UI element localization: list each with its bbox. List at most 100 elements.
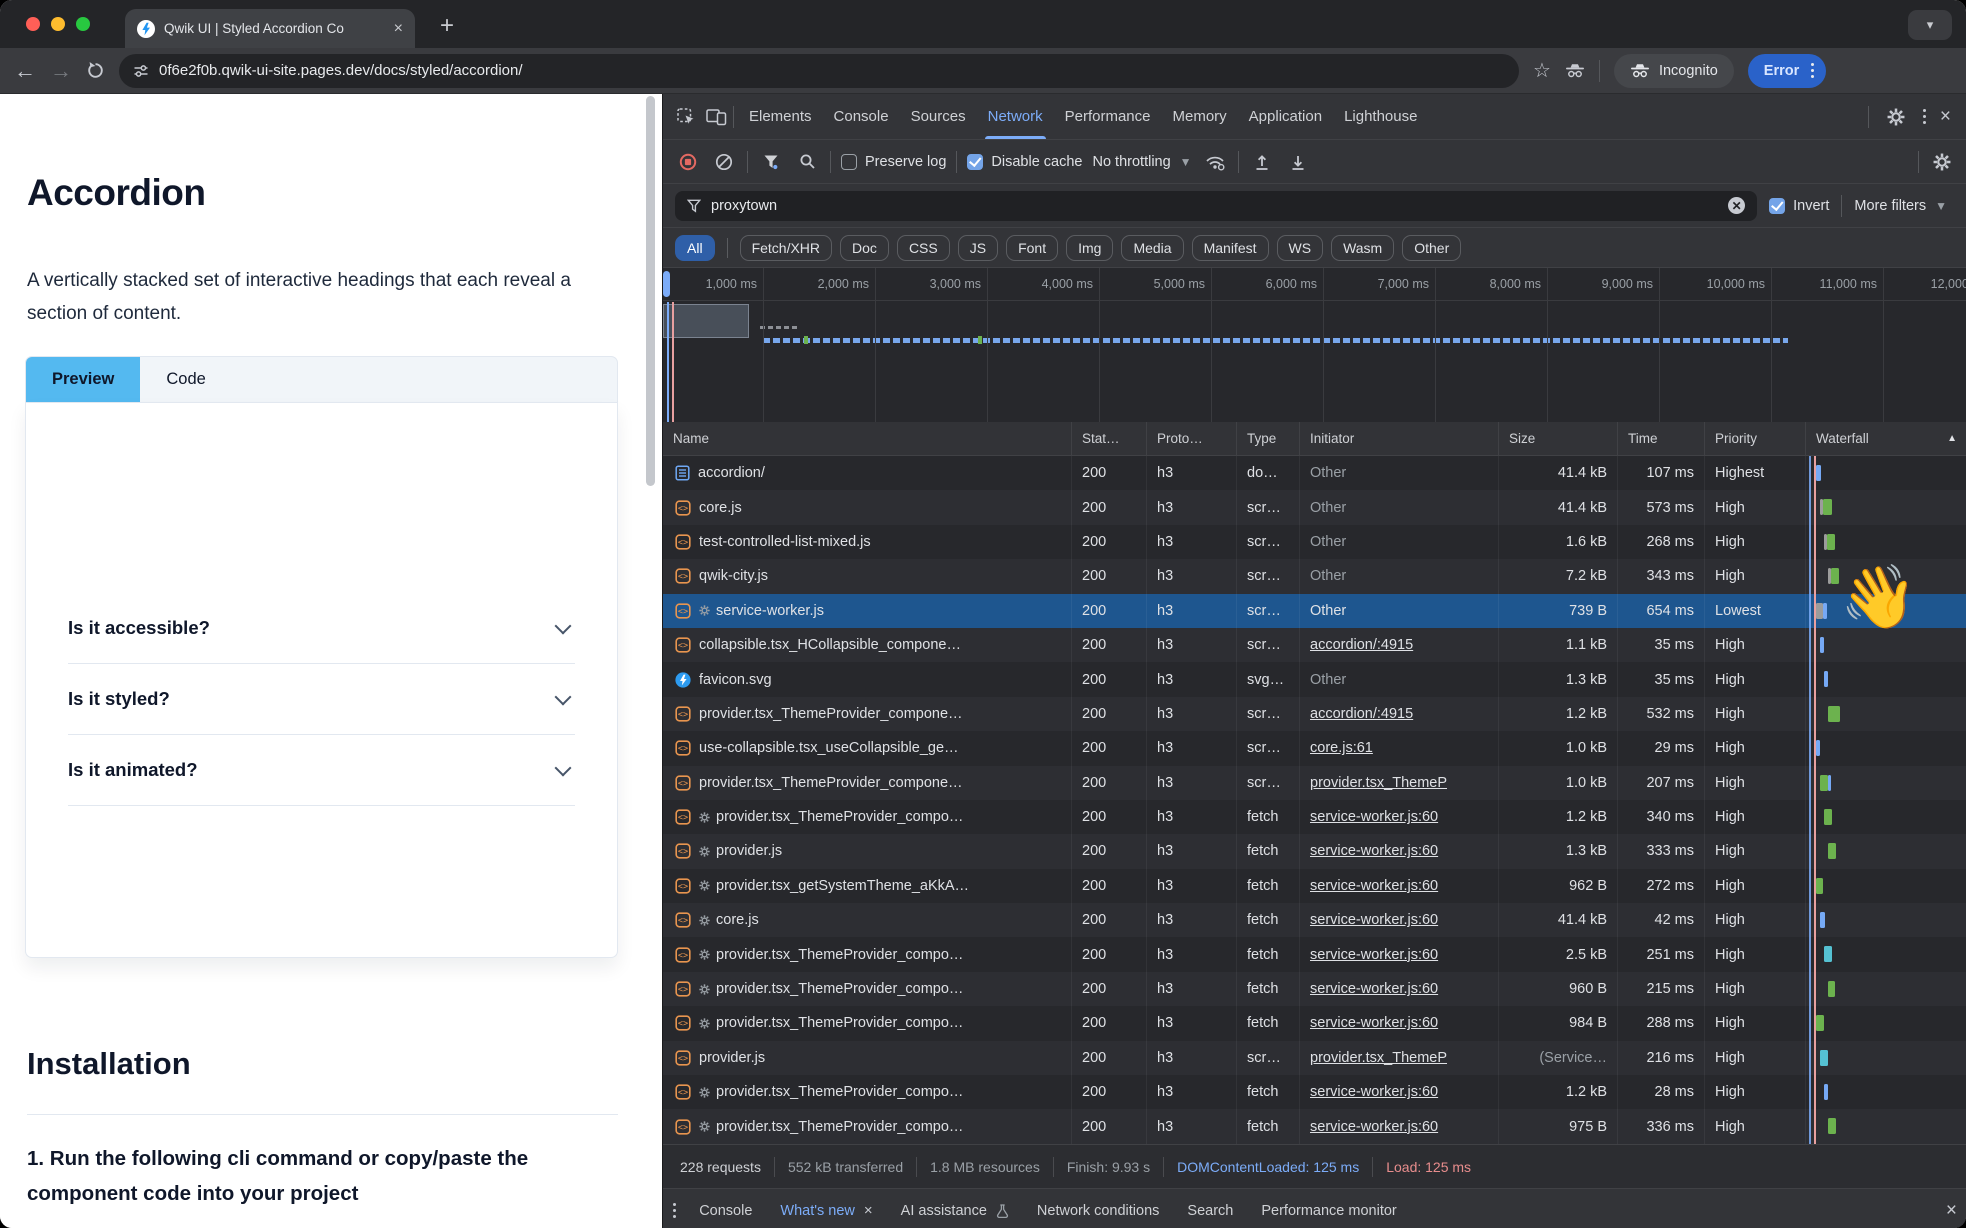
drawer-tab-close-icon[interactable]: × bbox=[864, 1202, 873, 1219]
disable-cache-checkbox[interactable]: Disable cache bbox=[967, 154, 1082, 170]
filter-chip-css[interactable]: CSS bbox=[897, 235, 950, 261]
drawer-tab-network-conditions[interactable]: Network conditions bbox=[1024, 1189, 1173, 1228]
devtools-tab-application[interactable]: Application bbox=[1238, 94, 1333, 139]
initiator-link[interactable]: service-worker.js:60 bbox=[1310, 912, 1438, 928]
chrome-menu-icon[interactable] bbox=[1811, 63, 1814, 78]
initiator-link[interactable]: service-worker.js:60 bbox=[1310, 1119, 1438, 1135]
devtools-tab-performance[interactable]: Performance bbox=[1054, 94, 1162, 139]
table-row[interactable]: <>provider.tsx_ThemeProvider_compo…200h3… bbox=[663, 972, 1966, 1006]
drawer-tab-performance-monitor[interactable]: Performance monitor bbox=[1248, 1189, 1409, 1228]
table-row[interactable]: <>provider.tsx_ThemeProvider_compone…200… bbox=[663, 697, 1966, 731]
column-header-time[interactable]: Time bbox=[1618, 422, 1705, 455]
filter-chip-all[interactable]: All bbox=[675, 235, 715, 261]
devtools-tab-lighthouse[interactable]: Lighthouse bbox=[1333, 94, 1428, 139]
device-toolbar-icon[interactable] bbox=[703, 104, 729, 130]
checkbox-checked-icon[interactable] bbox=[1769, 198, 1785, 214]
column-header-type[interactable]: Type bbox=[1237, 422, 1300, 455]
initiator-link[interactable]: accordion/:4915 bbox=[1310, 637, 1413, 653]
column-header-initiator[interactable]: Initiator bbox=[1300, 422, 1499, 455]
column-header-stat-[interactable]: Stat… bbox=[1072, 422, 1147, 455]
table-row[interactable]: <>qwik-city.js200h3scr…Other7.2 kB343 ms… bbox=[663, 559, 1966, 593]
drawer-tab-console[interactable]: Console bbox=[686, 1189, 765, 1228]
new-tab-button[interactable]: + bbox=[440, 12, 454, 40]
address-bar[interactable]: 0f6e2f0b.qwik-ui-site.pages.dev/docs/sty… bbox=[119, 54, 1519, 88]
drawer-tab-what-s-new[interactable]: What's new× bbox=[767, 1189, 885, 1228]
back-icon[interactable]: ← bbox=[14, 60, 36, 82]
table-row[interactable]: <>collapsible.tsx_HCollapsible_compone…2… bbox=[663, 628, 1966, 662]
tab-close-icon[interactable]: × bbox=[394, 21, 403, 37]
error-menu-button[interactable]: Error bbox=[1748, 54, 1827, 88]
filter-chip-font[interactable]: Font bbox=[1006, 235, 1058, 261]
initiator-link[interactable]: provider.tsx_ThemeP bbox=[1310, 775, 1447, 791]
forward-icon[interactable]: → bbox=[50, 60, 72, 82]
initiator-link[interactable]: service-worker.js:60 bbox=[1310, 981, 1438, 997]
table-row[interactable]: <>core.js200h3scr…Other41.4 kB573 msHigh bbox=[663, 490, 1966, 524]
search-icon[interactable] bbox=[794, 149, 820, 175]
initiator-link[interactable]: service-worker.js:60 bbox=[1310, 1015, 1438, 1031]
initiator-link[interactable]: provider.tsx_ThemeP bbox=[1310, 1050, 1447, 1066]
devtools-tab-memory[interactable]: Memory bbox=[1162, 94, 1238, 139]
table-row[interactable]: <>test-controlled-list-mixed.js200h3scr…… bbox=[663, 525, 1966, 559]
checkbox-unchecked-icon[interactable] bbox=[841, 154, 857, 170]
settings-gear-icon[interactable] bbox=[1883, 104, 1909, 130]
maximize-window-button[interactable] bbox=[76, 17, 90, 31]
table-row[interactable]: <>use-collapsible.tsx_useCollapsible_ge…… bbox=[663, 731, 1966, 765]
reload-icon[interactable] bbox=[86, 61, 105, 80]
network-overview-timeline[interactable]: 1,000 ms2,000 ms3,000 ms4,000 ms5,000 ms… bbox=[663, 268, 1966, 423]
inspect-icon[interactable] bbox=[673, 104, 699, 130]
preserve-log-checkbox[interactable]: Preserve log bbox=[841, 154, 946, 170]
accordion-item[interactable]: Is it styled? bbox=[68, 664, 575, 735]
devtools-tab-network[interactable]: Network bbox=[977, 94, 1054, 139]
network-settings-gear-icon[interactable] bbox=[1929, 149, 1955, 175]
export-har-icon[interactable] bbox=[1285, 149, 1311, 175]
throttling-select[interactable]: No throttling ▼ bbox=[1092, 154, 1191, 170]
column-header-size[interactable]: Size bbox=[1499, 422, 1618, 455]
initiator-link[interactable]: service-worker.js:60 bbox=[1310, 843, 1438, 859]
filter-chip-other[interactable]: Other bbox=[1402, 235, 1461, 261]
table-row[interactable]: <>provider.tsx_ThemeProvider_compone…200… bbox=[663, 766, 1966, 800]
close-window-button[interactable] bbox=[26, 17, 40, 31]
initiator-link[interactable]: service-worker.js:60 bbox=[1310, 947, 1438, 963]
site-settings-icon[interactable] bbox=[133, 63, 149, 79]
page-tab-preview[interactable]: Preview bbox=[26, 357, 140, 402]
filter-chip-media[interactable]: Media bbox=[1121, 235, 1183, 261]
table-row[interactable]: <>service-worker.js200h3scr…Other739 B65… bbox=[663, 594, 1966, 628]
filter-input[interactable]: proxytown ✕ bbox=[675, 191, 1757, 221]
overview-selection-window[interactable] bbox=[663, 304, 749, 338]
initiator-link[interactable]: service-worker.js:60 bbox=[1310, 1084, 1438, 1100]
column-header-proto-[interactable]: Proto… bbox=[1147, 422, 1237, 455]
extension-icon[interactable] bbox=[1565, 63, 1585, 79]
checkbox-checked-icon[interactable] bbox=[967, 154, 983, 170]
drawer-menu-icon[interactable] bbox=[673, 1203, 676, 1218]
initiator-link[interactable]: core.js:61 bbox=[1310, 740, 1373, 756]
page-scrollbar[interactable] bbox=[646, 96, 655, 486]
column-header-waterfall[interactable]: Waterfall▲ bbox=[1806, 422, 1966, 455]
table-row[interactable]: <>provider.tsx_getSystemTheme_aKkA…200h3… bbox=[663, 869, 1966, 903]
table-row[interactable]: <>provider.tsx_ThemeProvider_compo…200h3… bbox=[663, 1075, 1966, 1109]
devtools-tab-console[interactable]: Console bbox=[823, 94, 900, 139]
import-har-icon[interactable] bbox=[1249, 149, 1275, 175]
drawer-tab-ai-assistance[interactable]: AI assistance bbox=[888, 1189, 1022, 1228]
clear-filter-icon[interactable]: ✕ bbox=[1728, 197, 1745, 214]
devtools-tab-elements[interactable]: Elements bbox=[738, 94, 823, 139]
invert-checkbox[interactable]: Invert bbox=[1769, 198, 1829, 214]
filter-chip-fetch-xhr[interactable]: Fetch/XHR bbox=[740, 235, 832, 261]
record-network-log-icon[interactable] bbox=[675, 149, 701, 175]
table-row[interactable]: favicon.svg200h3svg…Other1.3 kB35 msHigh bbox=[663, 662, 1966, 696]
bookmark-star-icon[interactable]: ☆ bbox=[1533, 58, 1551, 83]
page-tab-code[interactable]: Code bbox=[140, 357, 231, 402]
devtools-menu-icon[interactable] bbox=[1923, 109, 1926, 124]
table-row[interactable]: <>core.js200h3fetchservice-worker.js:604… bbox=[663, 903, 1966, 937]
network-conditions-icon[interactable] bbox=[1202, 149, 1228, 175]
filter-icon[interactable] bbox=[758, 149, 784, 175]
browser-tab[interactable]: Qwik UI | Styled Accordion Co × bbox=[125, 9, 415, 48]
clear-network-log-icon[interactable] bbox=[711, 149, 737, 175]
drawer-close-icon[interactable]: × bbox=[1946, 1201, 1957, 1220]
overview-drag-handle[interactable] bbox=[663, 271, 670, 297]
table-row[interactable]: <>provider.js200h3scr…provider.tsx_Theme… bbox=[663, 1041, 1966, 1075]
minimize-window-button[interactable] bbox=[51, 17, 65, 31]
filter-chip-manifest[interactable]: Manifest bbox=[1192, 235, 1269, 261]
table-row[interactable]: accordion/200h3do…Other41.4 kB107 msHigh… bbox=[663, 456, 1966, 490]
table-row[interactable]: <>provider.tsx_ThemeProvider_compo…200h3… bbox=[663, 800, 1966, 834]
table-row[interactable]: <>provider.tsx_ThemeProvider_compo…200h3… bbox=[663, 1109, 1966, 1143]
